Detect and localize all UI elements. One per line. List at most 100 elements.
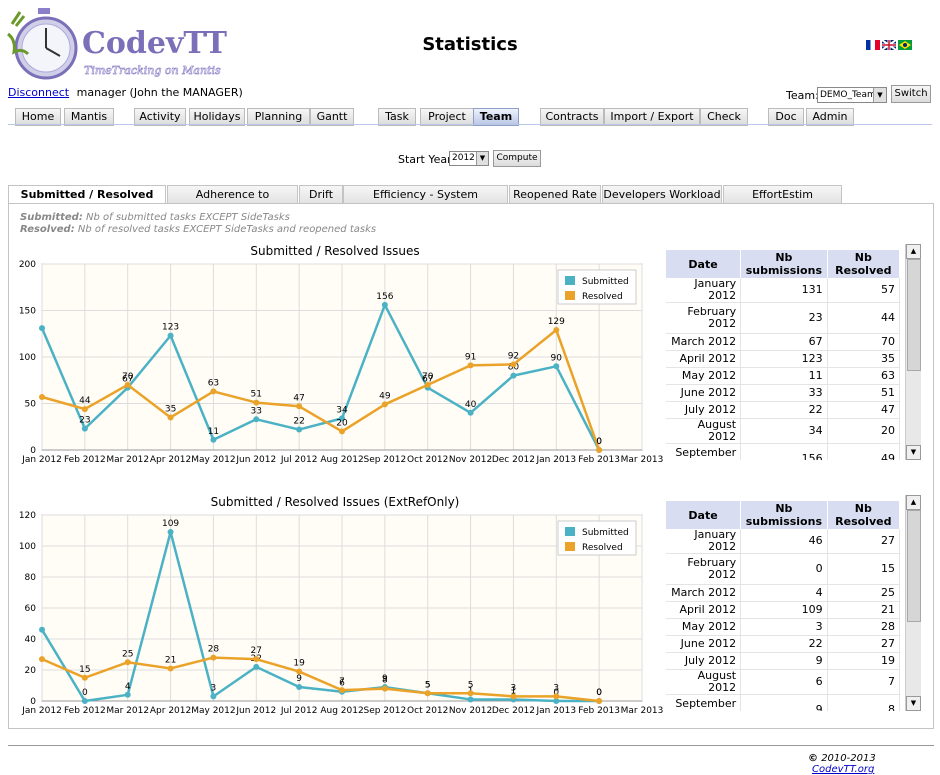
scroll-thumb[interactable] bbox=[907, 259, 921, 371]
chart1-point-submitted bbox=[553, 363, 560, 370]
team-select[interactable]: DEMO_Team ▼ bbox=[817, 87, 887, 103]
table2-cell: 3 bbox=[740, 618, 828, 636]
table1-scrollbar[interactable]: ▲ ▼ bbox=[905, 244, 921, 460]
table1-cell: 44 bbox=[827, 302, 901, 334]
chart2-x-tick-label: Jan 2013 bbox=[535, 706, 576, 716]
tab-adherence-to-deadlines[interactable]: Adherence to deadlines bbox=[167, 185, 298, 218]
scroll-thumb[interactable] bbox=[907, 510, 921, 622]
chart2-y-tick-label: 120 bbox=[19, 511, 36, 521]
footer: © 2010-2013 CodevTT.org bbox=[808, 753, 940, 775]
chart1-x-tick-label: Jul 2012 bbox=[280, 455, 318, 465]
chart1-x-tick-label: Oct 2012 bbox=[407, 455, 448, 465]
scroll-down-icon[interactable]: ▼ bbox=[906, 445, 921, 460]
table1-cell: 131 bbox=[740, 278, 828, 303]
tab-developers-workload[interactable]: Developers Workload bbox=[602, 185, 722, 203]
table2-row: July 2012 9 19 bbox=[666, 652, 901, 670]
scroll-down-icon[interactable]: ▼ bbox=[906, 696, 921, 711]
chart1-point-resolved bbox=[124, 381, 131, 388]
chart2-x-tick-label: Apr 2012 bbox=[150, 706, 191, 716]
flag-uk-icon[interactable] bbox=[882, 40, 896, 50]
table1-cell: 63 bbox=[827, 367, 901, 385]
table1-cell: September 2012 bbox=[666, 443, 742, 460]
chart2-x-tick-label: May 2012 bbox=[191, 706, 235, 716]
chart2-data-label-resolved: 3 bbox=[511, 683, 517, 693]
flag-fr-icon[interactable] bbox=[866, 40, 880, 50]
chart2-data-label-resolved: 5 bbox=[468, 680, 474, 690]
tab-effortestim-reliability[interactable]: EffortEstim Reliability bbox=[723, 185, 842, 218]
table2-header-nb-resolved[interactable]: Nb Resolved bbox=[827, 501, 901, 529]
team-label: Team: bbox=[786, 89, 819, 102]
table1-cell: 23 bbox=[740, 302, 828, 334]
scroll-up-icon[interactable]: ▲ bbox=[906, 244, 921, 259]
resolved-note-key: Resolved: bbox=[20, 224, 75, 235]
footer-divider bbox=[8, 745, 934, 746]
chart1-point-resolved bbox=[296, 403, 303, 410]
chart2-point-resolved bbox=[81, 674, 88, 681]
chart1-point-resolved bbox=[467, 362, 474, 369]
table1-cell: May 2012 bbox=[666, 367, 742, 385]
table1-cell: 47 bbox=[827, 401, 901, 419]
chart1-data-label-submitted: 23 bbox=[79, 416, 90, 426]
table1-header-date[interactable]: Date bbox=[666, 250, 742, 278]
chart2-x-tick-label: Oct 2012 bbox=[407, 706, 448, 716]
switch-button[interactable]: Switch bbox=[891, 85, 931, 103]
chart1-x-tick-label: May 2012 bbox=[191, 455, 235, 465]
chart1-point-resolved bbox=[339, 428, 345, 435]
chart2-data-label-resolved: 25 bbox=[122, 649, 133, 659]
table2-container: Date Nb submissions Nb Resolved January 201… bbox=[666, 501, 906, 711]
table1-cell: January 2012 bbox=[666, 278, 742, 303]
table1-cell: 20 bbox=[827, 418, 901, 444]
table2-header-date[interactable]: Date bbox=[666, 501, 742, 529]
compute-button[interactable]: Compute bbox=[493, 150, 541, 167]
chart2-x-tick-label: Dec 2012 bbox=[492, 706, 535, 716]
disconnect-link[interactable]: Disconnect bbox=[8, 86, 69, 99]
table1-header-nb-resolved[interactable]: Nb Resolved bbox=[827, 250, 901, 278]
table2-row: May 2012 3 28 bbox=[666, 618, 901, 636]
chart1-data-label-submitted: 123 bbox=[162, 323, 179, 333]
chart2-y-tick-label: 60 bbox=[25, 604, 37, 614]
chart1-x-tick-label: Apr 2012 bbox=[150, 455, 191, 465]
chart2-data-label-resolved: 5 bbox=[425, 680, 431, 690]
chart1-title: Submitted / Resolved Issues bbox=[250, 244, 420, 258]
chart2-data-label-resolved: 15 bbox=[79, 665, 90, 675]
table2-cell: 21 bbox=[827, 601, 901, 619]
table1-cell: April 2012 bbox=[666, 350, 742, 368]
table1-header-nb-submissions[interactable]: Nb submissions bbox=[740, 250, 828, 278]
table2-header-nb-submissions[interactable]: Nb submissions bbox=[740, 501, 828, 529]
table1-row: May 2012 11 63 bbox=[666, 367, 901, 385]
chart2-point-submitted bbox=[81, 698, 88, 704]
tab-submitted-resolved-issues[interactable]: Submitted / Resolved Issues bbox=[8, 185, 166, 218]
chart2-x-tick-label: Sep 2012 bbox=[363, 706, 406, 716]
chart1-y-tick-label: 100 bbox=[19, 353, 36, 363]
resolved-note-text: Nb of resolved tasks EXCEPT SideTasks an… bbox=[77, 224, 377, 235]
chart1-point-submitted bbox=[253, 416, 260, 423]
chart2-data-label-resolved: 27 bbox=[251, 646, 262, 656]
chart1-point-submitted bbox=[167, 332, 174, 339]
tab-reopened-rate[interactable]: Reopened Rate bbox=[509, 185, 601, 203]
chart2-point-submitted bbox=[39, 626, 45, 633]
flag-br-icon[interactable] bbox=[898, 40, 912, 50]
chart2-y-tick-label: 40 bbox=[25, 635, 37, 645]
table2: Date Nb submissions Nb Resolved January 201… bbox=[666, 501, 901, 711]
chart1-data-label-resolved: 92 bbox=[508, 351, 519, 361]
tab-drift[interactable]: Drift bbox=[299, 185, 343, 203]
chart1-point-submitted bbox=[296, 426, 303, 433]
tab-efficiency-system-disponibility[interactable]: Efficiency - System Disponibility bbox=[343, 185, 508, 218]
chart1-point-resolved bbox=[424, 381, 431, 388]
table2-header-row: Date Nb submissions Nb Resolved bbox=[666, 501, 901, 529]
chart1-legend-label-submitted: Submitted bbox=[582, 277, 629, 287]
table1-cell: 35 bbox=[827, 350, 901, 368]
table2-scrollbar[interactable]: ▲ ▼ bbox=[905, 495, 921, 711]
table1-cell: June 2012 bbox=[666, 384, 742, 402]
table2-cell: 28 bbox=[827, 618, 901, 636]
chart1-point-resolved bbox=[253, 399, 260, 406]
table2-cell: 7 bbox=[827, 669, 901, 695]
chart2-data-label-submitted: 9 bbox=[296, 674, 302, 684]
table2-cell: August 2012 bbox=[666, 669, 742, 695]
codevtt-link[interactable]: CodevTT.org bbox=[812, 764, 874, 775]
table2-cell: May 2012 bbox=[666, 618, 742, 636]
start-year-select[interactable]: 2012 ▼ bbox=[449, 151, 489, 166]
table2-cell: 4 bbox=[740, 584, 828, 602]
scroll-up-icon[interactable]: ▲ bbox=[906, 495, 921, 510]
chart2-data-label-resolved: 7 bbox=[339, 677, 345, 687]
